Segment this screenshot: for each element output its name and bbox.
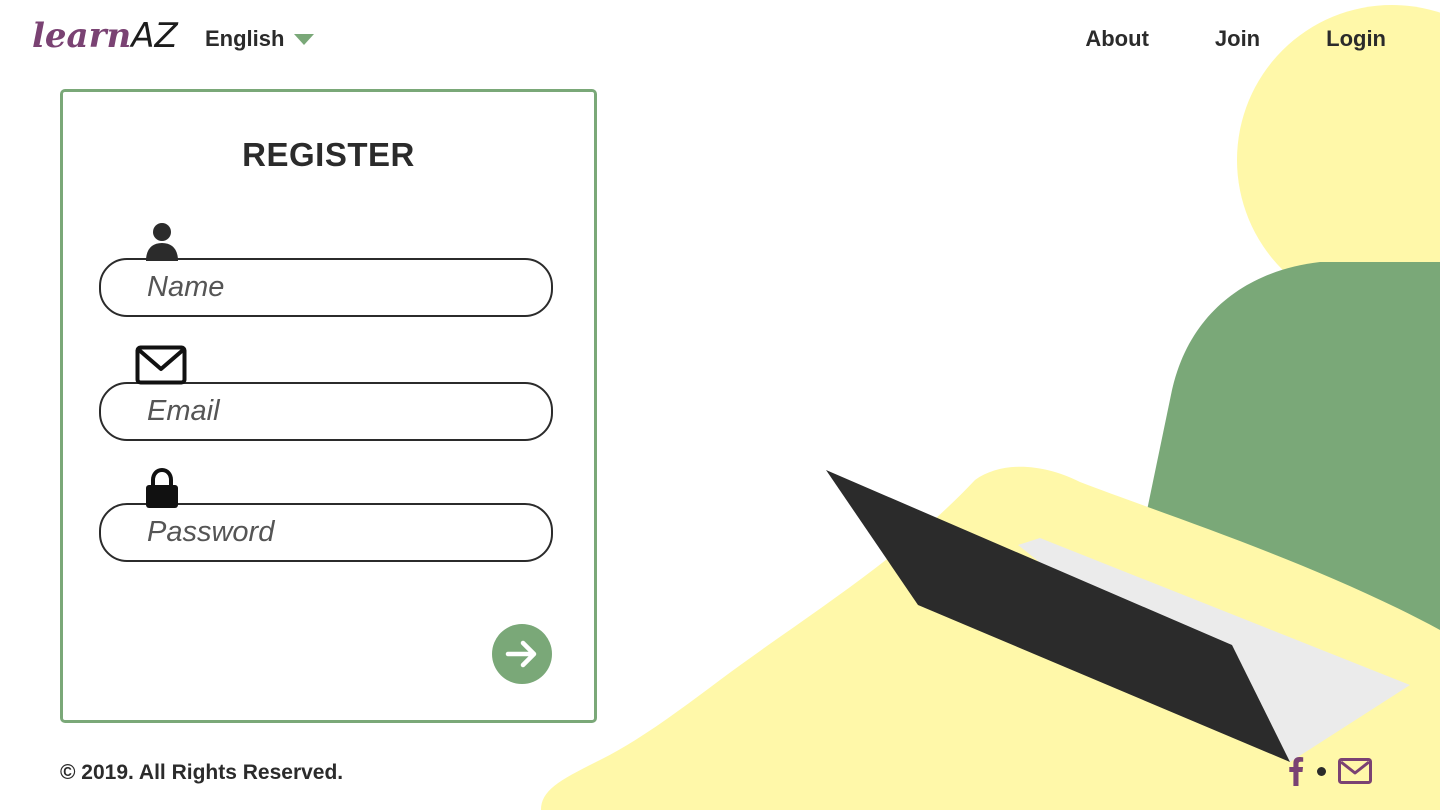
social-links (1287, 756, 1372, 786)
language-selector[interactable]: English (205, 26, 315, 52)
name-field (99, 258, 553, 317)
envelope-icon (135, 345, 187, 385)
logo-az: AZ (131, 16, 178, 56)
lock-icon (146, 468, 178, 508)
name-input[interactable] (145, 270, 551, 305)
register-page: learnAZ English About Join Login REGISTE… (0, 0, 1440, 810)
caret-down-icon (294, 33, 315, 45)
facebook-icon[interactable] (1287, 756, 1305, 786)
email-input[interactable] (145, 394, 551, 429)
user-icon (146, 223, 178, 261)
nav-login[interactable]: Login (1326, 26, 1386, 52)
envelope-icon[interactable] (1338, 758, 1372, 784)
nav-join[interactable]: Join (1215, 26, 1260, 52)
email-field (99, 382, 553, 441)
separator-dot (1317, 766, 1326, 776)
nav-about[interactable]: About (1085, 26, 1149, 52)
brand-logo[interactable]: learnAZ (32, 14, 178, 58)
copyright-text: © 2019. All Rights Reserved. (60, 761, 344, 784)
register-title: REGISTER (242, 136, 415, 173)
submit-button[interactable] (492, 624, 552, 684)
register-card: REGISTER (60, 89, 597, 723)
top-nav: About Join Login (1085, 26, 1386, 52)
arrow-right-icon (505, 640, 537, 668)
logo-learn: learn (32, 16, 132, 56)
language-selected: English (205, 26, 285, 51)
password-field (99, 503, 553, 562)
password-input[interactable] (145, 515, 551, 550)
